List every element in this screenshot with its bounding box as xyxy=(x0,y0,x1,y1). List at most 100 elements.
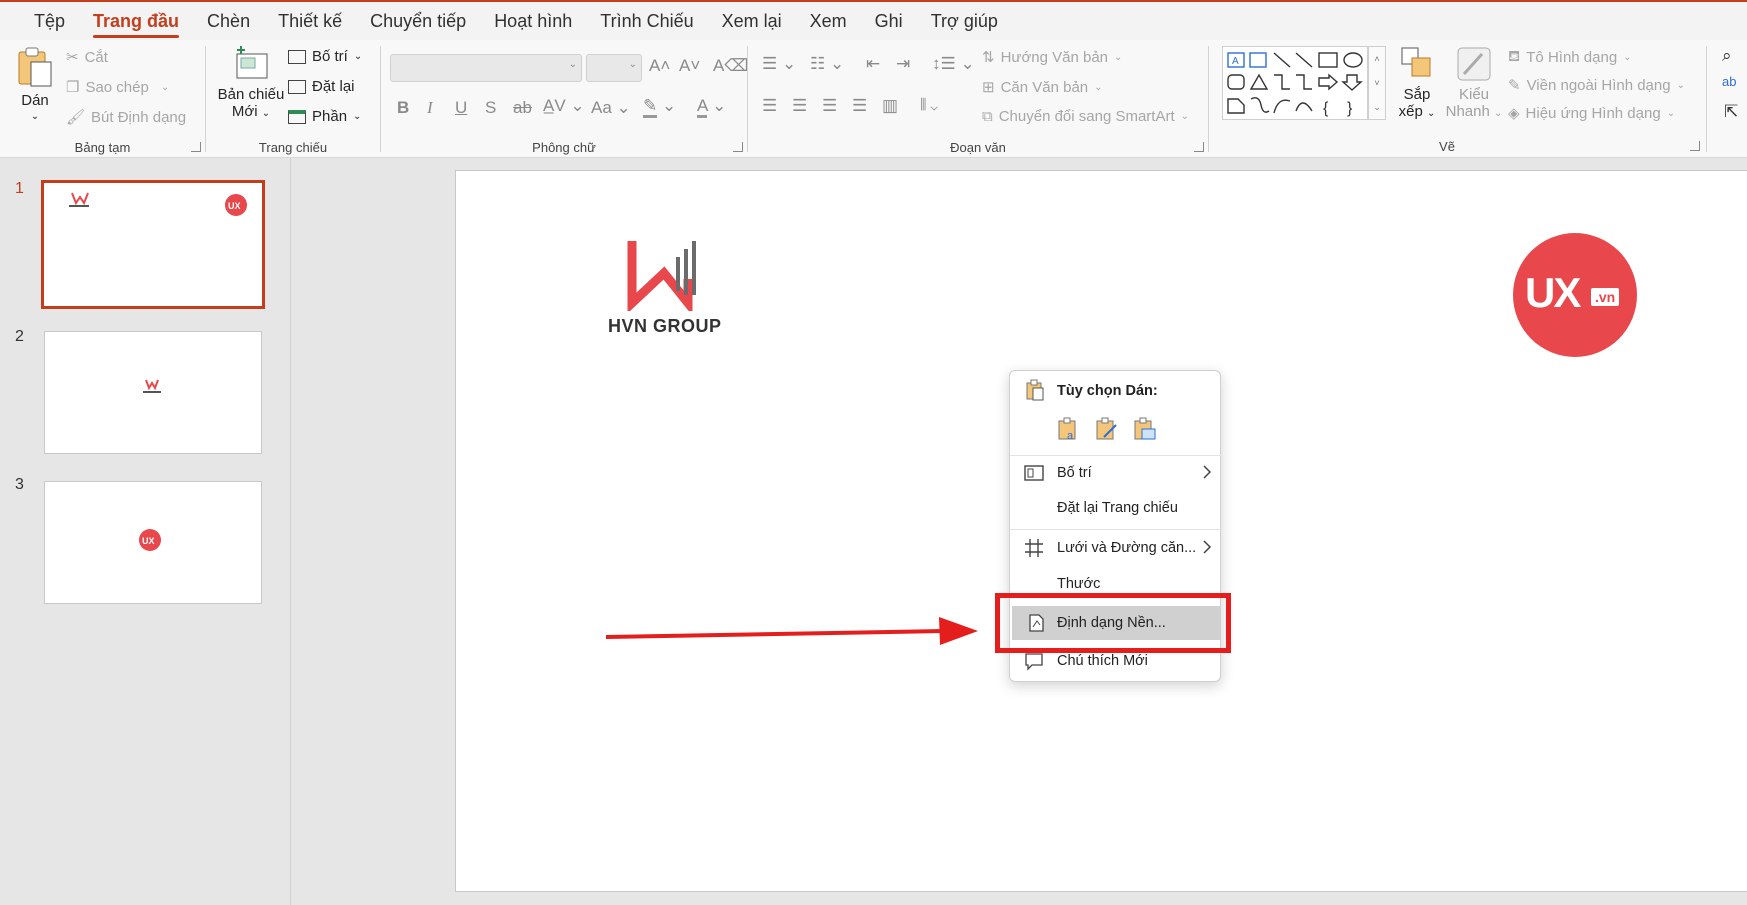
copy-icon: ❐ xyxy=(66,79,80,96)
slides-group-label: Trang chiếu xyxy=(258,140,328,155)
drawing-group-label: Vẽ xyxy=(1439,139,1455,154)
annotation-arrow-icon xyxy=(605,617,978,645)
replace-icon[interactable]: ab xyxy=(1722,74,1736,89)
uxvn-logo: UX .vn xyxy=(1513,233,1637,357)
menu-divider xyxy=(1010,529,1222,530)
align-right-icon[interactable]: ☰ xyxy=(822,96,837,116)
align-text-button[interactable]: ⊞ Căn Văn bản ⌄ xyxy=(982,78,1103,97)
character-spacing-icon[interactable]: A̲V ⌄ xyxy=(543,96,585,116)
paste-label: Dán xyxy=(21,92,49,109)
bold-icon[interactable]: B xyxy=(397,98,409,118)
paragraph-launcher-icon[interactable] xyxy=(1194,142,1204,152)
tab-transitions[interactable]: Chuyển tiếp xyxy=(356,2,480,40)
hvn-group-logo-icon xyxy=(627,241,696,311)
paste-keep-formatting-icon[interactable]: a xyxy=(1056,417,1082,443)
shapes-gallery-scroll[interactable]: ˄ ˅ ⌄ xyxy=(1368,46,1386,120)
change-case-icon[interactable]: Aa ⌄ xyxy=(591,98,631,118)
shape-effects-button[interactable]: ◈ Hiệu ứng Hình dạng ⌄ xyxy=(1508,104,1675,123)
align-center-icon[interactable]: ☰ xyxy=(792,96,807,116)
convert-smartart-button[interactable]: ⧉ Chuyển đổi sang SmartArt ⌄ xyxy=(982,108,1189,125)
paste-dropdown-icon[interactable]: ⌄ xyxy=(12,111,58,122)
shape-outline-button[interactable]: ✎ Viền ngoài Hình dạng ⌄ xyxy=(1508,76,1685,95)
new-slide-button[interactable]: Bản chiếu Mới ⌄ xyxy=(216,46,286,120)
font-launcher-icon[interactable] xyxy=(733,142,743,152)
clear-formatting-icon[interactable]: A⌫ xyxy=(713,56,748,76)
clipboard-group: Dán ⌄ ✂ Cắt ❐ Sao chép ⌄ 🖌 Bút Định dạng Bản… xyxy=(0,40,205,158)
columns-icon[interactable]: ⫼ ⌄ xyxy=(920,96,938,113)
decrease-indent-icon[interactable]: ⇤ xyxy=(866,54,880,74)
thumbnail-1-content: UX xyxy=(69,192,247,216)
arrange-icon xyxy=(1401,47,1431,77)
tab-insert[interactable]: Chèn xyxy=(193,2,264,40)
paste-destination-theme-icon[interactable] xyxy=(1094,417,1120,443)
copy-dropdown-icon[interactable]: ⌄ xyxy=(161,82,169,93)
tab-review[interactable]: Xem lại xyxy=(708,2,796,40)
justify-icon[interactable]: ☰ xyxy=(852,96,867,116)
ribbon-divider xyxy=(1706,46,1707,152)
line-spacing-icon[interactable]: ↕☰ ⌄ xyxy=(932,54,975,74)
paste-button[interactable]: Dán ⌄ xyxy=(12,46,58,122)
font-name-combo[interactable]: ⌄ xyxy=(390,54,582,82)
thumbnail-number: 1 xyxy=(15,180,24,197)
grow-font-icon[interactable]: A˄ xyxy=(649,56,670,76)
find-icon[interactable]: ⌕ xyxy=(1722,46,1732,66)
quick-styles-button[interactable]: Kiểu Nhanh ⌄ xyxy=(1442,46,1506,120)
tab-design[interactable]: Thiết kế xyxy=(264,2,356,40)
scissors-icon: ✂ xyxy=(66,49,79,66)
uxvn-logo-main: UX xyxy=(1525,269,1581,316)
font-color-icon[interactable]: A ⌄ xyxy=(697,96,726,118)
tab-animations[interactable]: Hoạt hình xyxy=(480,2,586,40)
grid-icon xyxy=(1025,539,1043,557)
section-icon xyxy=(288,109,306,124)
drawing-launcher-icon[interactable] xyxy=(1690,141,1700,151)
shapes-gallery[interactable]: A { } xyxy=(1222,46,1368,120)
slide-thumbnail-3[interactable]: UX xyxy=(44,481,262,604)
tab-file[interactable]: Tệp xyxy=(20,2,79,40)
svg-text:UX: UX xyxy=(142,536,155,546)
slide-thumbnail-1[interactable]: UX xyxy=(41,180,265,309)
menu-item-grid-guides[interactable]: Lưới và Đường căn... xyxy=(1010,531,1222,565)
distributed-icon[interactable]: ▥ xyxy=(882,96,898,116)
reset-slide-button[interactable]: Đặt lại xyxy=(288,78,355,95)
underline-icon[interactable]: U xyxy=(455,98,467,118)
format-painter-button[interactable]: 🖌 Bút Định dạng xyxy=(66,108,186,127)
numbering-icon[interactable]: ☷ ⌄ xyxy=(810,54,844,74)
menu-item-layout[interactable]: Bố trí xyxy=(1010,456,1222,490)
new-slide-label-1: Bản chiếu xyxy=(217,86,285,103)
svg-text:a: a xyxy=(1067,430,1074,442)
select-icon[interactable]: ⇱ xyxy=(1724,102,1738,122)
shrink-font-icon[interactable]: A˅ xyxy=(679,56,700,76)
arrange-button[interactable]: Sắp xếp ⌄ xyxy=(1392,46,1442,120)
ribbon: Dán ⌄ ✂ Cắt ❐ Sao chép ⌄ 🖌 Bút Định dạng Bản… xyxy=(0,40,1747,158)
paste-picture-icon[interactable] xyxy=(1132,417,1158,443)
copy-button[interactable]: ❐ Sao chép ⌄ xyxy=(66,78,169,97)
italic-icon[interactable]: I xyxy=(427,98,433,118)
pen-icon: ✎ xyxy=(1508,77,1521,94)
clipboard-launcher-icon[interactable] xyxy=(191,142,201,152)
svg-text:A: A xyxy=(1232,56,1239,67)
ribbon-tab-bar: Tệp Trang đầu Chèn Thiết kế Chuyển tiếp … xyxy=(0,0,1747,40)
bullets-icon[interactable]: ☰ ⌄ xyxy=(762,54,796,74)
slide-thumbnail-2[interactable] xyxy=(44,331,262,454)
highlight-color-icon[interactable]: ✎ ⌄ xyxy=(643,96,676,118)
menu-item-reset-slide[interactable]: Đặt lại Trang chiếu xyxy=(1010,491,1222,525)
tab-view[interactable]: Xem xyxy=(796,2,861,40)
layout-button[interactable]: Bố trí ⌄ xyxy=(288,48,362,65)
font-size-combo[interactable]: ⌄ xyxy=(586,54,642,82)
shape-fill-button[interactable]: ⛾ Tô Hình dạng ⌄ xyxy=(1508,48,1632,67)
uxvn-logo-suffix: .vn xyxy=(1591,288,1620,306)
tab-slide-show[interactable]: Trình Chiếu xyxy=(586,2,707,40)
font-group-label: Phông chữ xyxy=(532,140,596,155)
increase-indent-icon[interactable]: ⇥ xyxy=(896,54,910,74)
tab-record[interactable]: Ghi xyxy=(861,2,917,40)
tab-home[interactable]: Trang đầu xyxy=(79,2,193,40)
tab-help[interactable]: Trợ giúp xyxy=(917,2,1012,40)
text-direction-button[interactable]: ⇅ Hướng Văn bản ⌄ xyxy=(982,48,1122,67)
strikethrough-icon[interactable]: ab xyxy=(513,98,532,118)
section-button[interactable]: Phần ⌄ xyxy=(288,108,361,125)
cut-button[interactable]: ✂ Cắt xyxy=(66,48,108,67)
thumbnail-3-content: UX xyxy=(139,529,161,551)
thumbnail-2-content xyxy=(143,379,161,393)
align-left-icon[interactable]: ☰ xyxy=(762,96,777,116)
shadow-icon[interactable]: S xyxy=(485,98,496,118)
